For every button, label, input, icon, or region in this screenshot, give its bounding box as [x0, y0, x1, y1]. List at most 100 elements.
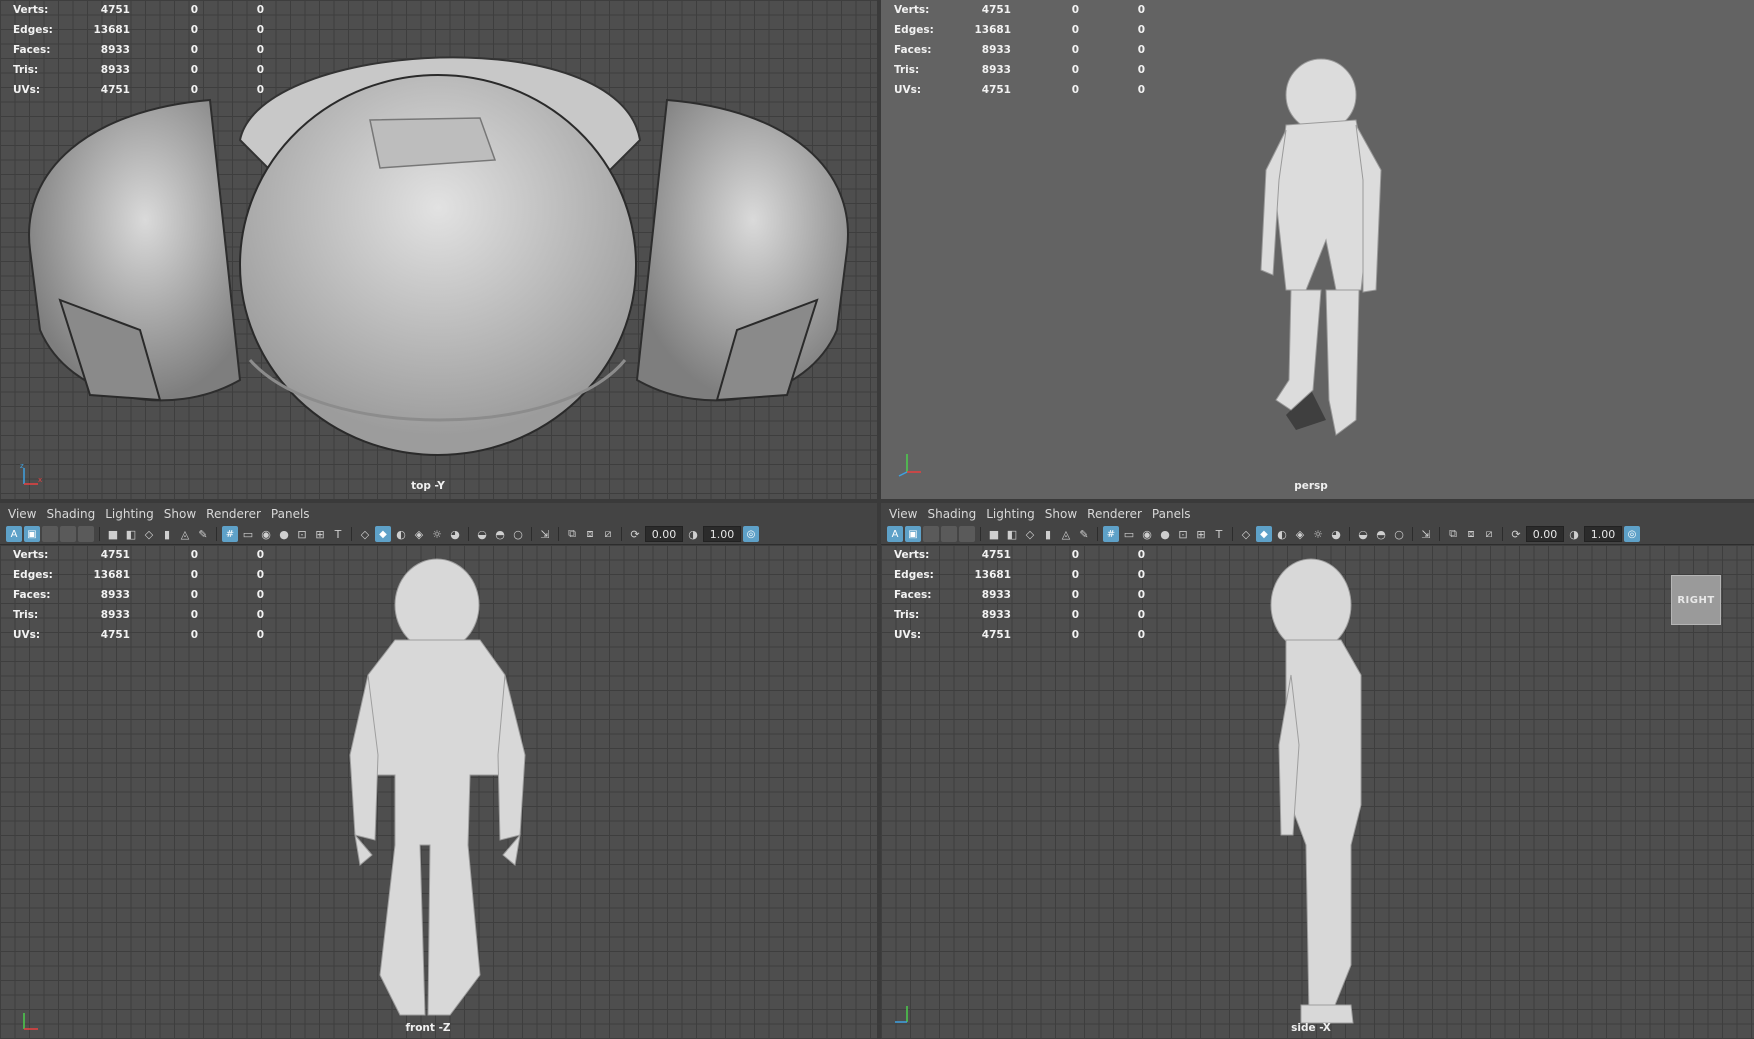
- anti-aliasing-icon[interactable]: ○: [510, 526, 526, 542]
- camera-attr-icon[interactable]: [941, 526, 957, 542]
- menu-shading[interactable]: Shading: [44, 507, 103, 521]
- viewport-persp[interactable]: persp Verts: 4751 0 0 Edges: 13681 0 0 Faces: 8…: [881, 0, 1754, 499]
- menu-lighting[interactable]: Lighting: [984, 507, 1043, 521]
- field-chart-icon[interactable]: ▮: [1040, 526, 1056, 542]
- poly-count-hud: Verts: 4751 0 0 Edges: 13681 0 0 Faces: 8933 0 0 …: [0, 545, 270, 645]
- gamma-field[interactable]: 1.00: [1584, 526, 1622, 542]
- select-icon[interactable]: A: [6, 526, 22, 542]
- exposure-field[interactable]: 0.00: [645, 526, 683, 542]
- camera-icon[interactable]: ▣: [905, 526, 921, 542]
- bookmark-icon[interactable]: [923, 526, 939, 542]
- motion-blur-icon[interactable]: ◓: [492, 526, 508, 542]
- color-management-icon[interactable]: ◎: [743, 526, 759, 542]
- textured-icon[interactable]: ◈: [1292, 526, 1308, 542]
- frame-icon[interactable]: ▭: [1121, 526, 1137, 542]
- hud-row: Faces: 8933 0 0: [13, 44, 264, 56]
- motion-blur-icon[interactable]: ◓: [1373, 526, 1389, 542]
- menu-panels[interactable]: Panels: [1150, 507, 1199, 521]
- camera-frame-icon[interactable]: ⊡: [294, 526, 310, 542]
- camera-icon[interactable]: ▣: [24, 526, 40, 542]
- axis-gizmo-icon: [895, 450, 925, 480]
- film-gate-icon[interactable]: ■: [105, 526, 121, 542]
- xray-active-icon[interactable]: ⧄: [1481, 526, 1497, 542]
- menu-lighting[interactable]: Lighting: [103, 507, 162, 521]
- resolution-icon[interactable]: ⊞: [1193, 526, 1209, 542]
- resolution-icon[interactable]: ⊞: [312, 526, 328, 542]
- paint-icon[interactable]: ✎: [1076, 526, 1092, 542]
- gamma-field[interactable]: 1.00: [703, 526, 741, 542]
- xray-joints-icon[interactable]: ⧈: [1463, 526, 1479, 542]
- menu-renderer[interactable]: Renderer: [204, 507, 269, 521]
- menu-show[interactable]: Show: [1043, 507, 1085, 521]
- grid-icon[interactable]: #: [1103, 526, 1119, 542]
- field-chart-icon[interactable]: ▮: [159, 526, 175, 542]
- wireframe-icon[interactable]: ◇: [1238, 526, 1254, 542]
- menu-shading[interactable]: Shading: [925, 507, 984, 521]
- safe-action-icon[interactable]: ◬: [177, 526, 193, 542]
- xray-icon[interactable]: ⧉: [564, 526, 580, 542]
- light-icon[interactable]: ☼: [429, 526, 445, 542]
- color-management-icon[interactable]: ◎: [1624, 526, 1640, 542]
- hud-row: Edges: 13681 0 0: [894, 569, 1145, 581]
- anti-aliasing-icon[interactable]: ○: [1391, 526, 1407, 542]
- svg-text:x: x: [38, 476, 42, 484]
- gate-mask-icon[interactable]: ◇: [141, 526, 157, 542]
- light-icon[interactable]: ☼: [1310, 526, 1326, 542]
- paint-icon[interactable]: ✎: [195, 526, 211, 542]
- exposure-icon[interactable]: ⟳: [1508, 526, 1524, 542]
- menu-view[interactable]: View: [887, 507, 925, 521]
- wireframe-on-shaded-icon[interactable]: ◐: [393, 526, 409, 542]
- ambient-occlusion-icon[interactable]: ◒: [1355, 526, 1371, 542]
- wireframe-on-shaded-icon[interactable]: ◐: [1274, 526, 1290, 542]
- hud-row: Verts: 4751 0 0: [13, 549, 264, 561]
- textured-icon[interactable]: ◈: [411, 526, 427, 542]
- select-icon[interactable]: A: [887, 526, 903, 542]
- gamma-icon[interactable]: ◑: [1566, 526, 1582, 542]
- svg-text:z: z: [20, 462, 24, 470]
- text-icon[interactable]: T: [330, 526, 346, 542]
- xray-active-icon[interactable]: ⧄: [600, 526, 616, 542]
- shadows-icon[interactable]: ◕: [1328, 526, 1344, 542]
- menu-renderer[interactable]: Renderer: [1085, 507, 1150, 521]
- film-gate-icon[interactable]: ■: [986, 526, 1002, 542]
- viewport-front[interactable]: View Shading Lighting Show Renderer Pane…: [0, 503, 877, 1039]
- viewport-side[interactable]: View Shading Lighting Show Renderer Pane…: [881, 503, 1754, 1039]
- shadows-icon[interactable]: ◕: [447, 526, 463, 542]
- smooth-shade-icon[interactable]: ◆: [1256, 526, 1272, 542]
- resolution-gate-icon[interactable]: ◧: [123, 526, 139, 542]
- frame-icon[interactable]: ▭: [240, 526, 256, 542]
- isolate-icon[interactable]: ◉: [1139, 526, 1155, 542]
- camera-frame-icon[interactable]: ⊡: [1175, 526, 1191, 542]
- wireframe-icon[interactable]: ◇: [357, 526, 373, 542]
- viewport-top[interactable]: top -Y zx Verts: 4751 0 0 Edges: 13681 0 0 Fac…: [0, 0, 877, 499]
- menu-panels[interactable]: Panels: [269, 507, 318, 521]
- axis-gizmo-icon: [893, 1000, 923, 1030]
- bookmark-icon[interactable]: [42, 526, 58, 542]
- resolution-gate-icon[interactable]: ◧: [1004, 526, 1020, 542]
- camera-attr-icon[interactable]: [60, 526, 76, 542]
- menu-show[interactable]: Show: [162, 507, 204, 521]
- grid-icon[interactable]: #: [222, 526, 238, 542]
- menu-view[interactable]: View: [6, 507, 44, 521]
- viewcube[interactable]: RIGHT: [1671, 575, 1721, 625]
- xray-icon[interactable]: ⧉: [1445, 526, 1461, 542]
- camera-label-side: side -X: [1291, 1022, 1331, 1034]
- helmet-top-plate: [369, 117, 497, 169]
- hud-row: UVs: 4751 0 0: [13, 629, 264, 641]
- isolate-icon[interactable]: ◉: [258, 526, 274, 542]
- safe-action-icon[interactable]: ◬: [1058, 526, 1074, 542]
- dot-icon[interactable]: ●: [1157, 526, 1173, 542]
- exposure-icon[interactable]: ⟳: [627, 526, 643, 542]
- text-icon[interactable]: T: [1211, 526, 1227, 542]
- isolate-select-icon[interactable]: ⇲: [537, 526, 553, 542]
- smooth-shade-icon[interactable]: ◆: [375, 526, 391, 542]
- isolate-select-icon[interactable]: ⇲: [1418, 526, 1434, 542]
- exposure-field[interactable]: 0.00: [1526, 526, 1564, 542]
- xray-joints-icon[interactable]: ⧈: [582, 526, 598, 542]
- ambient-occlusion-icon[interactable]: ◒: [474, 526, 490, 542]
- image-plane-icon[interactable]: [78, 526, 94, 542]
- dot-icon[interactable]: ●: [276, 526, 292, 542]
- image-plane-icon[interactable]: [959, 526, 975, 542]
- gamma-icon[interactable]: ◑: [685, 526, 701, 542]
- gate-mask-icon[interactable]: ◇: [1022, 526, 1038, 542]
